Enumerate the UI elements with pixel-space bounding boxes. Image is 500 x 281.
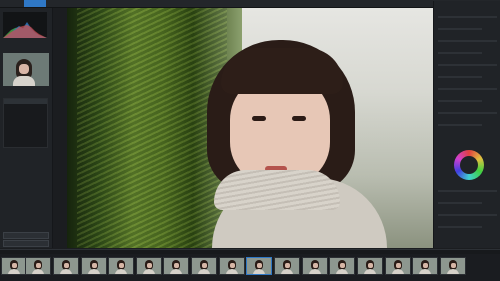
right-row-12 <box>438 202 482 204</box>
right-row-6 <box>438 76 482 78</box>
filmstrip-thumb[interactable] <box>219 257 245 275</box>
tab-current[interactable] <box>24 0 46 7</box>
right-row-9 <box>438 112 497 114</box>
filmstrip-thumb[interactable] <box>329 257 355 275</box>
right-row-14 <box>438 226 482 228</box>
filmstrip-thumb[interactable] <box>302 257 328 275</box>
filmstrip-thumb[interactable] <box>357 257 383 275</box>
preview-face <box>19 64 29 74</box>
right-row-8 <box>438 100 482 102</box>
filmstrip-thumb-active[interactable] <box>246 257 272 275</box>
left-button-2[interactable] <box>3 240 49 247</box>
right-row-3 <box>438 40 497 42</box>
preview-thumbnail <box>3 53 49 86</box>
photo-eye-right <box>292 116 306 121</box>
filmstrip-thumb[interactable] <box>81 257 107 275</box>
filmstrip-thumb[interactable] <box>53 257 79 275</box>
filmstrip-thumb[interactable] <box>136 257 162 275</box>
filmstrip-thumb[interactable] <box>163 257 189 275</box>
right-row-10 <box>438 124 482 126</box>
right-row-7 <box>438 88 497 90</box>
photo-hedge-texture <box>77 8 227 248</box>
main-photo <box>67 8 433 248</box>
filmstrip <box>0 254 500 281</box>
preview-coat <box>13 76 35 86</box>
top-bar <box>0 0 500 241</box>
left-list[interactable] <box>3 98 48 148</box>
filmstrip-thumb[interactable] <box>25 257 51 275</box>
filmstrip-thumb[interactable] <box>274 257 300 275</box>
filmstrip-thumb[interactable] <box>1 257 27 275</box>
right-row-13 <box>438 214 497 216</box>
left-panel <box>0 8 53 248</box>
right-row-5 <box>438 64 497 66</box>
left-button-1[interactable] <box>3 232 49 239</box>
filmstrip-thumb[interactable] <box>385 257 411 275</box>
photo-bangs <box>221 48 343 94</box>
right-row-2 <box>438 28 482 30</box>
histogram-svg <box>3 22 47 38</box>
right-row-1 <box>438 16 497 18</box>
left-list-item-9[interactable] <box>4 139 47 144</box>
right-panel <box>433 8 500 248</box>
histogram <box>3 12 47 38</box>
photo-eye-left <box>252 116 266 121</box>
photo-collar <box>214 170 340 210</box>
right-row-4 <box>438 52 482 54</box>
filmstrip-thumb[interactable] <box>412 257 438 275</box>
filmstrip-thumb[interactable] <box>191 257 217 275</box>
filmstrip-thumb[interactable] <box>440 257 466 275</box>
filmstrip-thumb[interactable] <box>108 257 134 275</box>
color-wheel[interactable] <box>454 150 484 180</box>
right-row-11 <box>438 190 497 192</box>
